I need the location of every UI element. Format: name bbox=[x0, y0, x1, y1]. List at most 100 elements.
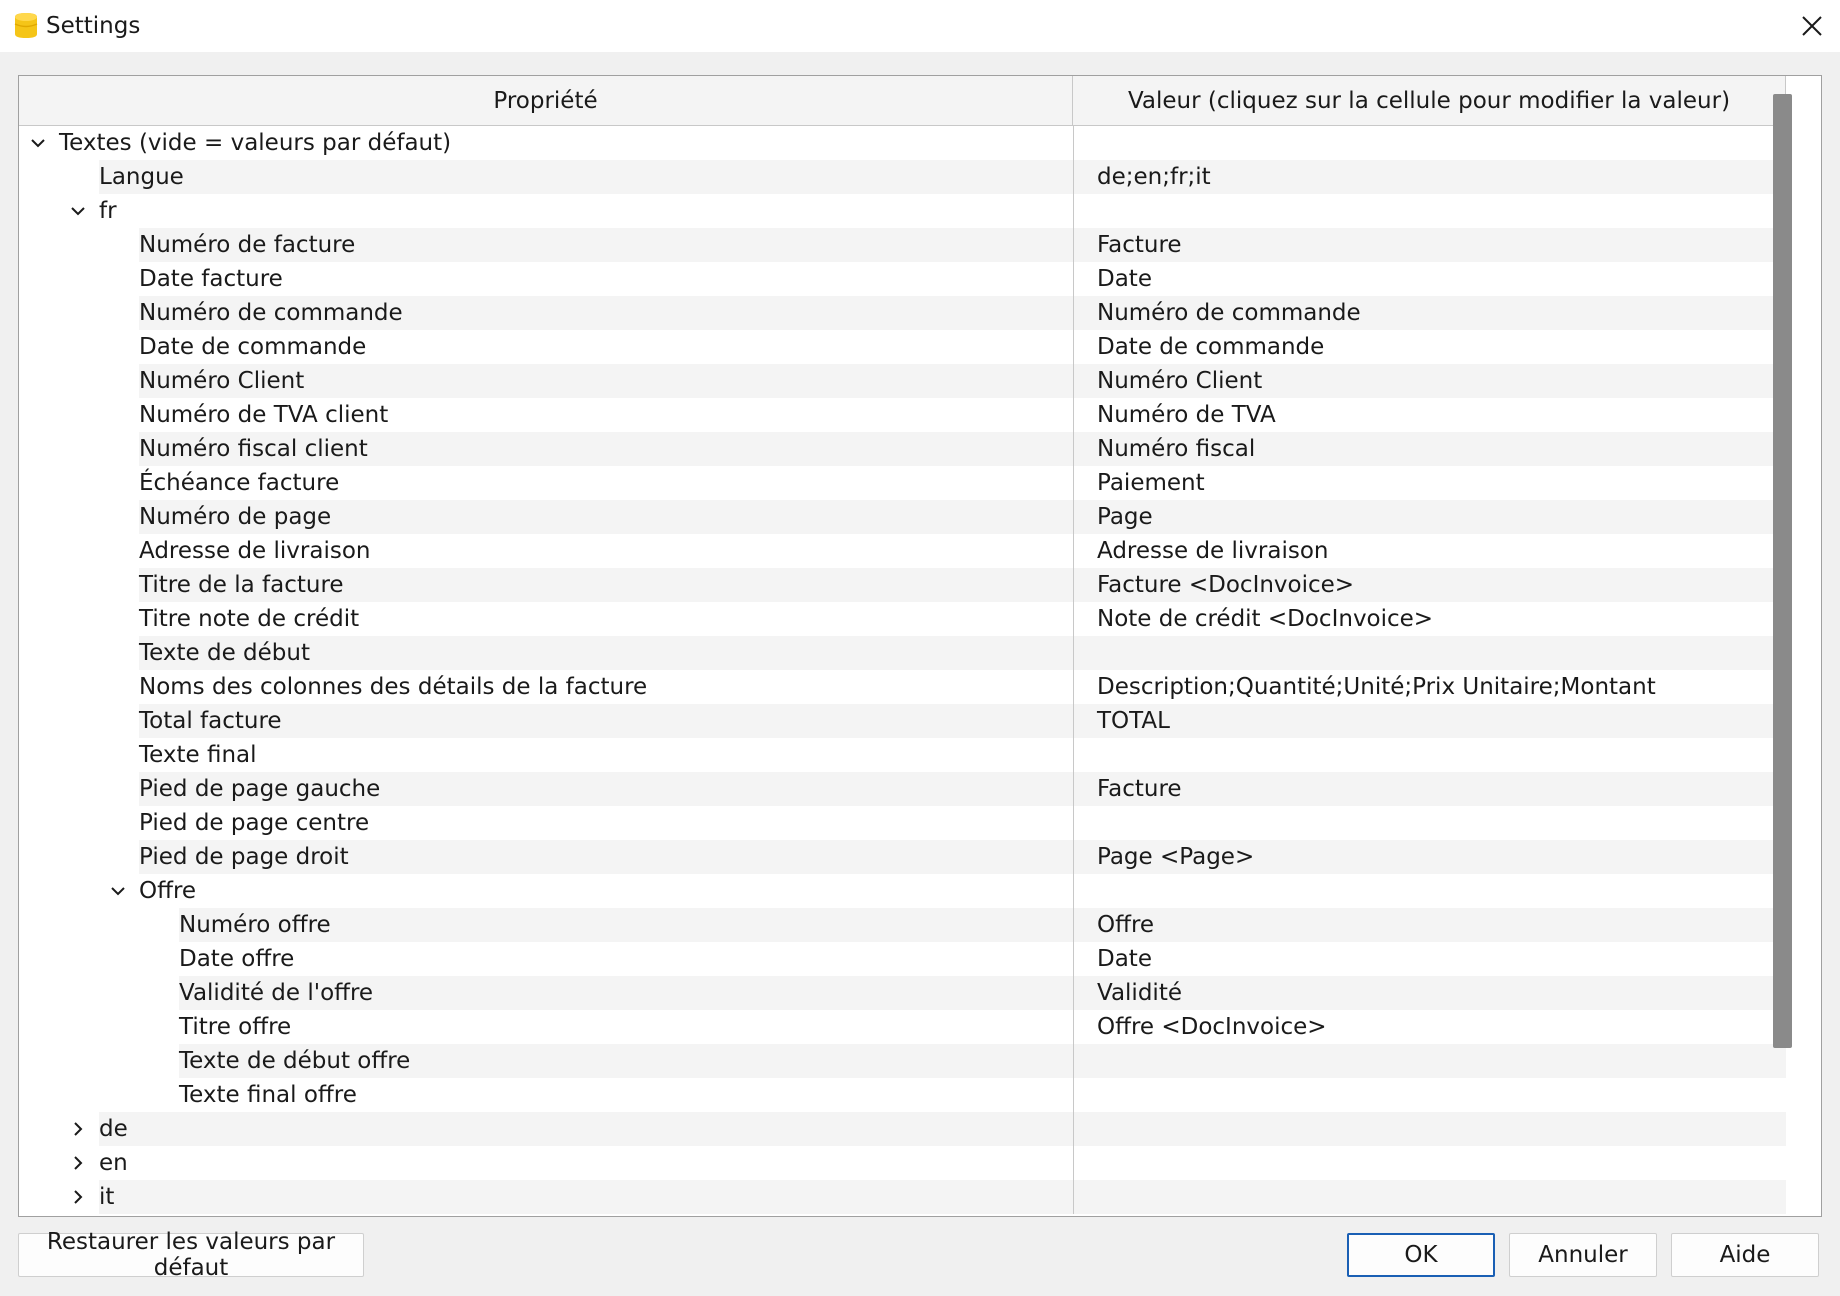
chevron-down-icon[interactable] bbox=[104, 874, 132, 908]
chevron-right-icon[interactable] bbox=[64, 1180, 92, 1214]
chevron-right-icon[interactable] bbox=[64, 1112, 92, 1146]
property-value[interactable]: Description;Quantité;Unité;Prix Unitaire… bbox=[1073, 670, 1786, 704]
property-label: Numéro fiscal client bbox=[139, 432, 1073, 466]
row-langue[interactable]: Langue de;en;fr;it bbox=[19, 160, 1786, 194]
row-texte-de-debut[interactable]: Texte de début bbox=[19, 636, 1786, 670]
property-label: Texte de début offre bbox=[179, 1044, 1073, 1078]
property-value[interactable] bbox=[1073, 874, 1786, 908]
property-value[interactable]: Page <Page> bbox=[1073, 840, 1786, 874]
property-grid: Propriété Valeur (cliquez sur la cellule… bbox=[18, 75, 1822, 1217]
row-numero-de-page[interactable]: Numéro de page Page bbox=[19, 500, 1786, 534]
property-value[interactable]: Date bbox=[1073, 942, 1786, 976]
property-value[interactable] bbox=[1073, 1180, 1786, 1214]
row-group-en[interactable]: en bbox=[19, 1146, 1786, 1180]
row-adresse-de-livraison[interactable]: Adresse de livraison Adresse de livraison bbox=[19, 534, 1786, 568]
row-group-fr[interactable]: fr bbox=[19, 194, 1786, 228]
property-value[interactable] bbox=[1073, 126, 1786, 160]
row-texte-final-offre[interactable]: Texte final offre bbox=[19, 1078, 1786, 1112]
property-value[interactable] bbox=[1073, 1112, 1786, 1146]
vertical-scrollbar-thumb[interactable] bbox=[1773, 94, 1792, 1048]
property-label: Offre bbox=[139, 878, 197, 904]
property-value[interactable]: Offre <DocInvoice> bbox=[1073, 1010, 1786, 1044]
property-value[interactable]: Facture bbox=[1073, 772, 1786, 806]
property-value[interactable] bbox=[1073, 1044, 1786, 1078]
row-date-offre[interactable]: Date offre Date bbox=[19, 942, 1786, 976]
property-value[interactable]: Facture bbox=[1073, 228, 1786, 262]
property-value[interactable]: Date de commande bbox=[1073, 330, 1786, 364]
row-noms-des-colonnes[interactable]: Noms des colonnes des détails de la fact… bbox=[19, 670, 1786, 704]
row-numero-de-facture[interactable]: Numéro de facture Facture bbox=[19, 228, 1786, 262]
row-pied-de-page-droit[interactable]: Pied de page droit Page <Page> bbox=[19, 840, 1786, 874]
row-numero-de-commande[interactable]: Numéro de commande Numéro de commande bbox=[19, 296, 1786, 330]
property-label: Numéro de TVA client bbox=[139, 402, 389, 428]
property-label: de bbox=[99, 1112, 1073, 1146]
grid-header: Propriété Valeur (cliquez sur la cellule… bbox=[19, 76, 1786, 126]
property-value[interactable]: Numéro de TVA bbox=[1073, 398, 1786, 432]
property-value[interactable]: TOTAL bbox=[1073, 704, 1786, 738]
grid-rows: Textes (vide = valeurs par défaut) Langue… bbox=[19, 126, 1786, 1214]
property-value[interactable]: de;en;fr;it bbox=[1073, 160, 1786, 194]
property-value[interactable]: Numéro de commande bbox=[1073, 296, 1786, 330]
restore-defaults-button[interactable]: Restaurer les valeurs par défaut bbox=[18, 1229, 364, 1281]
chevron-down-icon[interactable] bbox=[64, 194, 92, 228]
row-titre-de-la-facture[interactable]: Titre de la facture Facture <DocInvoice> bbox=[19, 568, 1786, 602]
property-label: Validité de l'offre bbox=[179, 976, 1073, 1010]
property-label: Date offre bbox=[179, 946, 295, 972]
property-value[interactable]: Validité bbox=[1073, 976, 1786, 1010]
row-group-textes[interactable]: Textes (vide = valeurs par défaut) bbox=[19, 126, 1786, 160]
property-label: Titre de la facture bbox=[139, 568, 1073, 602]
property-value[interactable]: Adresse de livraison bbox=[1073, 534, 1786, 568]
property-label: Titre note de crédit bbox=[139, 606, 360, 632]
property-value[interactable]: Numéro Client bbox=[1073, 364, 1786, 398]
property-label: Adresse de livraison bbox=[139, 538, 371, 564]
column-header-value[interactable]: Valeur (cliquez sur la cellule pour modi… bbox=[1073, 76, 1786, 125]
row-titre-offre[interactable]: Titre offre Offre <DocInvoice> bbox=[19, 1010, 1786, 1044]
row-numero-client[interactable]: Numéro Client Numéro Client bbox=[19, 364, 1786, 398]
row-date-facture[interactable]: Date facture Date bbox=[19, 262, 1786, 296]
row-texte-final[interactable]: Texte final bbox=[19, 738, 1786, 772]
property-value[interactable]: Facture <DocInvoice> bbox=[1073, 568, 1786, 602]
row-validite-offre[interactable]: Validité de l'offre Validité bbox=[19, 976, 1786, 1010]
row-total-facture[interactable]: Total facture TOTAL bbox=[19, 704, 1786, 738]
property-value[interactable] bbox=[1073, 194, 1786, 228]
row-texte-de-debut-offre[interactable]: Texte de début offre bbox=[19, 1044, 1786, 1078]
property-value[interactable] bbox=[1073, 1078, 1786, 1112]
property-value[interactable] bbox=[1073, 1146, 1786, 1180]
property-value[interactable] bbox=[1073, 636, 1786, 670]
property-label: Numéro de facture bbox=[139, 228, 1073, 262]
property-label: Texte final offre bbox=[179, 1082, 357, 1108]
row-echeance-facture[interactable]: Échéance facture Paiement bbox=[19, 466, 1786, 500]
property-value[interactable]: Offre bbox=[1073, 908, 1786, 942]
help-button[interactable]: Aide bbox=[1671, 1233, 1819, 1277]
property-label: Noms des colonnes des détails de la fact… bbox=[139, 674, 648, 700]
row-numero-fiscal-client[interactable]: Numéro fiscal client Numéro fiscal bbox=[19, 432, 1786, 466]
property-value[interactable]: Paiement bbox=[1073, 466, 1786, 500]
column-header-property[interactable]: Propriété bbox=[19, 76, 1073, 125]
cancel-button[interactable]: Annuler bbox=[1509, 1233, 1657, 1277]
property-value[interactable]: Page bbox=[1073, 500, 1786, 534]
row-numero-tva-client[interactable]: Numéro de TVA client Numéro de TVA bbox=[19, 398, 1786, 432]
property-value[interactable]: Note de crédit <DocInvoice> bbox=[1073, 602, 1786, 636]
ok-button[interactable]: OK bbox=[1347, 1233, 1495, 1277]
row-numero-offre[interactable]: Numéro offre Offre bbox=[19, 908, 1786, 942]
property-label: Pied de page gauche bbox=[139, 772, 1073, 806]
row-titre-note-de-credit[interactable]: Titre note de crédit Note de crédit <DocI… bbox=[19, 602, 1786, 636]
row-pied-de-page-gauche[interactable]: Pied de page gauche Facture bbox=[19, 772, 1786, 806]
chevron-right-icon[interactable] bbox=[64, 1146, 92, 1180]
row-pied-de-page-centre[interactable]: Pied de page centre bbox=[19, 806, 1786, 840]
property-value[interactable]: Numéro fiscal bbox=[1073, 432, 1786, 466]
row-group-de[interactable]: de bbox=[19, 1112, 1786, 1146]
property-label: fr bbox=[99, 198, 117, 224]
property-label: Pied de page droit bbox=[139, 840, 1073, 874]
close-button[interactable] bbox=[1790, 4, 1834, 48]
property-label: it bbox=[99, 1180, 1073, 1214]
property-value[interactable]: Date bbox=[1073, 262, 1786, 296]
chevron-down-icon[interactable] bbox=[24, 126, 52, 160]
property-label: Numéro offre bbox=[179, 908, 1073, 942]
property-value[interactable] bbox=[1073, 806, 1786, 840]
row-date-de-commande[interactable]: Date de commande Date de commande bbox=[19, 330, 1786, 364]
property-label: Numéro de commande bbox=[139, 296, 1073, 330]
property-value[interactable] bbox=[1073, 738, 1786, 772]
row-group-offre[interactable]: Offre bbox=[19, 874, 1786, 908]
row-group-it[interactable]: it bbox=[19, 1180, 1786, 1214]
